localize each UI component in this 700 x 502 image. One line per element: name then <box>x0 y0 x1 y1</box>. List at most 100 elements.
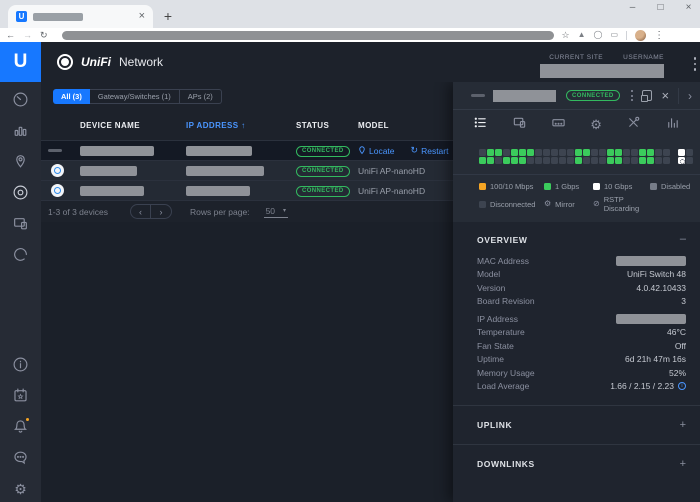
port[interactable] <box>591 157 598 164</box>
col-model[interactable]: MODEL <box>358 121 453 130</box>
port[interactable] <box>591 149 598 156</box>
port[interactable] <box>599 157 606 164</box>
hotspot-icon[interactable] <box>12 246 29 263</box>
port[interactable] <box>479 149 486 156</box>
drive-extension-icon[interactable]: ▲ <box>578 31 586 39</box>
port[interactable] <box>655 157 662 164</box>
port[interactable] <box>495 149 502 156</box>
table-row-ap1[interactable]: CONNECTED UniFi AP-nanoHD <box>41 160 453 180</box>
port[interactable] <box>686 157 693 164</box>
port[interactable] <box>487 149 494 156</box>
port[interactable] <box>639 157 646 164</box>
port[interactable] <box>487 157 494 164</box>
clients-icon[interactable] <box>12 215 29 232</box>
rows-per-page-select[interactable]: 50 ▾ <box>263 206 289 218</box>
header-menu-icon[interactable] <box>691 57 699 71</box>
overview-collapse-icon[interactable]: – <box>680 234 686 245</box>
settings-gear-icon[interactable]: ⚙ <box>12 480 29 497</box>
port[interactable] <box>631 157 638 164</box>
table-row-ap2[interactable]: CONNECTED UniFi AP-nanoHD <box>41 180 453 200</box>
port[interactable] <box>623 157 630 164</box>
alerts-bell-icon[interactable] <box>12 417 30 435</box>
port[interactable] <box>511 157 518 164</box>
port[interactable] <box>551 149 558 156</box>
port[interactable] <box>599 149 606 156</box>
port[interactable] <box>663 157 670 164</box>
port[interactable] <box>527 149 534 156</box>
chat-icon[interactable] <box>12 449 29 466</box>
port[interactable] <box>559 157 566 164</box>
browser-tab[interactable]: U × <box>8 5 153 28</box>
port[interactable] <box>575 149 582 156</box>
port[interactable] <box>647 157 654 164</box>
port[interactable] <box>678 149 685 156</box>
port[interactable] <box>678 157 685 164</box>
port[interactable] <box>607 149 614 156</box>
port[interactable] <box>511 149 518 156</box>
table-row-switch[interactable]: CONNECTED Locate ↻ Restart <box>41 140 453 160</box>
locate-button[interactable]: Locate <box>358 146 395 156</box>
info-circle-icon[interactable]: i <box>678 382 686 391</box>
port[interactable] <box>479 157 486 164</box>
window-maximize-icon[interactable]: □ <box>655 2 666 13</box>
col-device-name[interactable]: DEVICE NAME <box>80 121 186 130</box>
port[interactable] <box>503 149 510 156</box>
map-icon[interactable] <box>12 153 29 170</box>
col-ip-address[interactable]: IP ADDRESS ↑ <box>186 121 296 130</box>
downlinks-expand-icon[interactable]: + <box>680 458 686 470</box>
tab-gateway-switches[interactable]: Gateway/Switches (1) <box>90 90 179 103</box>
port[interactable] <box>503 157 510 164</box>
browser-menu-icon[interactable]: ⋮ <box>654 30 664 41</box>
port[interactable] <box>655 149 662 156</box>
port[interactable] <box>575 157 582 164</box>
tab-all[interactable]: All (3) <box>53 88 90 104</box>
tab-stats-icon[interactable] <box>665 115 680 135</box>
downlinks-section[interactable]: DOWNLINKS + <box>453 445 700 483</box>
port[interactable] <box>615 149 622 156</box>
window-minimize-icon[interactable]: – <box>627 2 638 13</box>
port[interactable] <box>686 149 693 156</box>
next-page-button[interactable]: › <box>151 205 171 218</box>
dashboard-icon[interactable] <box>12 91 29 108</box>
col-status[interactable]: STATUS <box>296 121 358 130</box>
uplink-section[interactable]: UPLINK + <box>453 406 700 444</box>
port[interactable] <box>551 157 558 164</box>
reload-icon[interactable]: ↻ <box>40 30 48 40</box>
port[interactable] <box>623 149 630 156</box>
back-icon[interactable]: ← <box>6 30 15 40</box>
port[interactable] <box>615 157 622 164</box>
devices-icon[interactable] <box>12 184 29 201</box>
tab-details-icon[interactable] <box>473 115 488 135</box>
tab-aps[interactable]: APs (2) <box>178 89 221 103</box>
port[interactable] <box>663 149 670 156</box>
port[interactable] <box>583 149 590 156</box>
port[interactable] <box>535 157 542 164</box>
ubiquiti-logo[interactable]: U <box>0 42 41 82</box>
address-bar-redacted[interactable] <box>61 30 554 40</box>
statistics-icon[interactable] <box>12 122 29 139</box>
cast-extension-icon[interactable]: ▭ <box>611 31 619 39</box>
window-close-icon[interactable]: × <box>683 2 694 13</box>
tab-ports-icon[interactable] <box>551 115 566 135</box>
port-grid[interactable] <box>453 140 700 174</box>
panel-menu-icon[interactable] <box>628 90 636 101</box>
bookmark-star-icon[interactable]: ☆ <box>562 30 570 40</box>
prev-page-button[interactable]: ‹ <box>131 205 152 218</box>
tab-clients-icon[interactable] <box>512 115 527 135</box>
port[interactable] <box>567 157 574 164</box>
port[interactable] <box>647 149 654 156</box>
port[interactable] <box>527 157 534 164</box>
port[interactable] <box>519 157 526 164</box>
panel-collapse-icon[interactable]: › <box>688 89 692 103</box>
circle-extension-icon[interactable]: ◯ <box>594 31 603 39</box>
port[interactable] <box>543 149 550 156</box>
port[interactable] <box>607 157 614 164</box>
events-icon[interactable] <box>12 387 29 404</box>
port[interactable] <box>559 149 566 156</box>
port[interactable] <box>543 157 550 164</box>
forward-icon[interactable]: → <box>23 30 32 40</box>
port[interactable] <box>583 157 590 164</box>
info-icon[interactable] <box>12 356 29 373</box>
tab-close-icon[interactable]: × <box>139 11 145 22</box>
tab-config-gear-icon[interactable]: ⚙ <box>590 116 602 134</box>
